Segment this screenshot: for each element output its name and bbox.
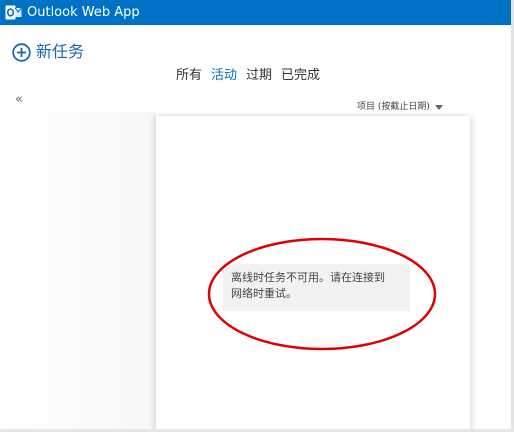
new-task-button[interactable]: 新任务	[12, 42, 84, 62]
app-title: Outlook Web App	[27, 5, 140, 20]
sort-dropdown[interactable]: 项目 (按截止日期)	[357, 100, 443, 114]
reading-pane	[470, 112, 514, 432]
new-task-label: 新任务	[36, 42, 85, 61]
plus-circle-icon	[12, 42, 31, 62]
top-bar: Outlook Web App	[0, 0, 514, 25]
filter-active[interactable]: 活动	[211, 67, 237, 85]
outlook-tasks-window: Outlook Web App 新任务 所有 活动 过期 已完成 « 项目 (按…	[0, 0, 514, 432]
filter-completed[interactable]: 已完成	[281, 67, 320, 85]
filter-overdue[interactable]: 过期	[246, 67, 272, 85]
folder-pane	[0, 112, 156, 432]
collapse-nav-button[interactable]: «	[15, 93, 23, 107]
task-filter-tabs: 所有 活动 过期 已完成	[176, 67, 329, 85]
chevron-down-icon	[434, 104, 443, 110]
outlook-icon	[5, 5, 22, 20]
sort-label: 项目 (按截止日期)	[357, 102, 430, 112]
red-circle-annotation	[207, 237, 437, 351]
filter-all[interactable]: 所有	[176, 67, 202, 85]
